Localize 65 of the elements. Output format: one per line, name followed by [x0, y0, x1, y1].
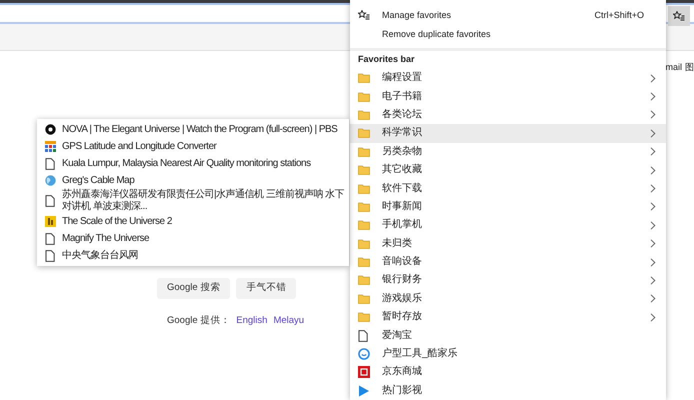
- star-list-icon: [673, 10, 685, 22]
- bookmark-item[interactable]: GPS Latitude and Longitude Converter: [37, 138, 349, 155]
- favorite-item[interactable]: 另类杂物: [350, 142, 666, 161]
- bookmark-item[interactable]: Magnify The Universe: [37, 230, 349, 247]
- menu-item[interactable]: Manage favorites Ctrl+Shift+O: [350, 6, 666, 25]
- favorite-item[interactable]: 暂时存放: [350, 308, 666, 326]
- languages-label: Google 提供：: [167, 314, 230, 328]
- favorite-item[interactable]: 编程设置: [350, 69, 666, 88]
- folder-icon: [358, 238, 370, 249]
- favorite-item[interactable]: 游戏娱乐: [350, 290, 666, 308]
- favorite-item[interactable]: 音响设备: [350, 252, 666, 272]
- logo-icon: [358, 366, 370, 378]
- page-icon: [45, 232, 55, 244]
- favorite-item[interactable]: 各类论坛: [350, 106, 666, 124]
- bookmark-item[interactable]: Greg's Cable Map: [37, 172, 349, 189]
- page-icon: [45, 158, 55, 170]
- bookmark-item[interactable]: 苏州矗泰海洋仪器研发有限责任公司|水声通信机 三维前视声呐 水下对讲机 单波束测深...: [37, 189, 349, 213]
- favorites-button[interactable]: [668, 6, 690, 26]
- favorite-item[interactable]: 爱淘宝: [350, 326, 666, 345]
- folder-icon: [358, 257, 370, 268]
- folder-icon: [358, 220, 370, 230]
- page-icon: [45, 250, 55, 262]
- bookmark-item[interactable]: 中央气象台台风网: [37, 247, 349, 264]
- circle-logo-icon: [45, 124, 56, 135]
- page-icon: [45, 195, 55, 207]
- folder-icon: [358, 146, 370, 157]
- favorite-item[interactable]: 银行财务: [350, 271, 666, 290]
- language-link[interactable]: English: [236, 314, 268, 328]
- grid-icon: [45, 141, 56, 152]
- search-page-button[interactable]: 手气不错: [236, 278, 296, 299]
- favorite-item[interactable]: 科学常识: [350, 124, 666, 143]
- shortcut-text: Ctrl+Shift+O: [594, 8, 644, 22]
- favorite-item[interactable]: 其它收藏: [350, 160, 666, 180]
- link-text[interactable]: 图: [685, 61, 694, 74]
- globe-icon: [45, 175, 56, 186]
- favorite-item[interactable]: 电子书籍: [350, 87, 666, 106]
- square-logo-icon: [45, 216, 56, 227]
- favorite-item[interactable]: 手机掌机: [350, 216, 666, 235]
- search-page-button[interactable]: Google 搜索: [157, 278, 230, 299]
- favorite-item[interactable]: 热门影视: [350, 382, 666, 400]
- play-icon: [358, 384, 370, 397]
- folder-icon: [358, 294, 370, 304]
- favorite-item[interactable]: 京东商城: [350, 363, 666, 382]
- favorite-item[interactable]: 户型工具_酷家乐: [350, 344, 666, 364]
- favorite-item[interactable]: 未归类: [350, 234, 666, 253]
- favorite-item[interactable]: 软件下载: [350, 179, 666, 198]
- folder-icon: [358, 275, 370, 286]
- bookmark-item[interactable]: NOVA | The Elegant Universe | Watch the Program (full-screen) | PBS: [37, 121, 349, 138]
- folder-icon: [358, 165, 370, 176]
- folder-icon: [358, 312, 370, 322]
- smiley-icon: [358, 348, 370, 360]
- bookmark-item[interactable]: The Scale of the Universe 2: [37, 213, 349, 230]
- folder-icon: [358, 184, 370, 194]
- link-text[interactable]: mail: [665, 61, 682, 74]
- favorite-item[interactable]: 时事新闻: [350, 198, 666, 216]
- star-list-icon: [358, 10, 370, 21]
- folder-icon: [358, 128, 370, 138]
- folder-icon: [358, 110, 370, 120]
- folder-icon: [358, 202, 370, 212]
- folder-icon: [358, 73, 370, 84]
- folder-icon: [358, 92, 370, 102]
- page-icon: [358, 330, 368, 342]
- language-link[interactable]: Melayu: [273, 314, 304, 328]
- section-title: Favorites bar: [357, 53, 416, 66]
- bookmark-item[interactable]: Kuala Lumpur, Malaysia Nearest Air Quality monitoring stations: [37, 155, 349, 172]
